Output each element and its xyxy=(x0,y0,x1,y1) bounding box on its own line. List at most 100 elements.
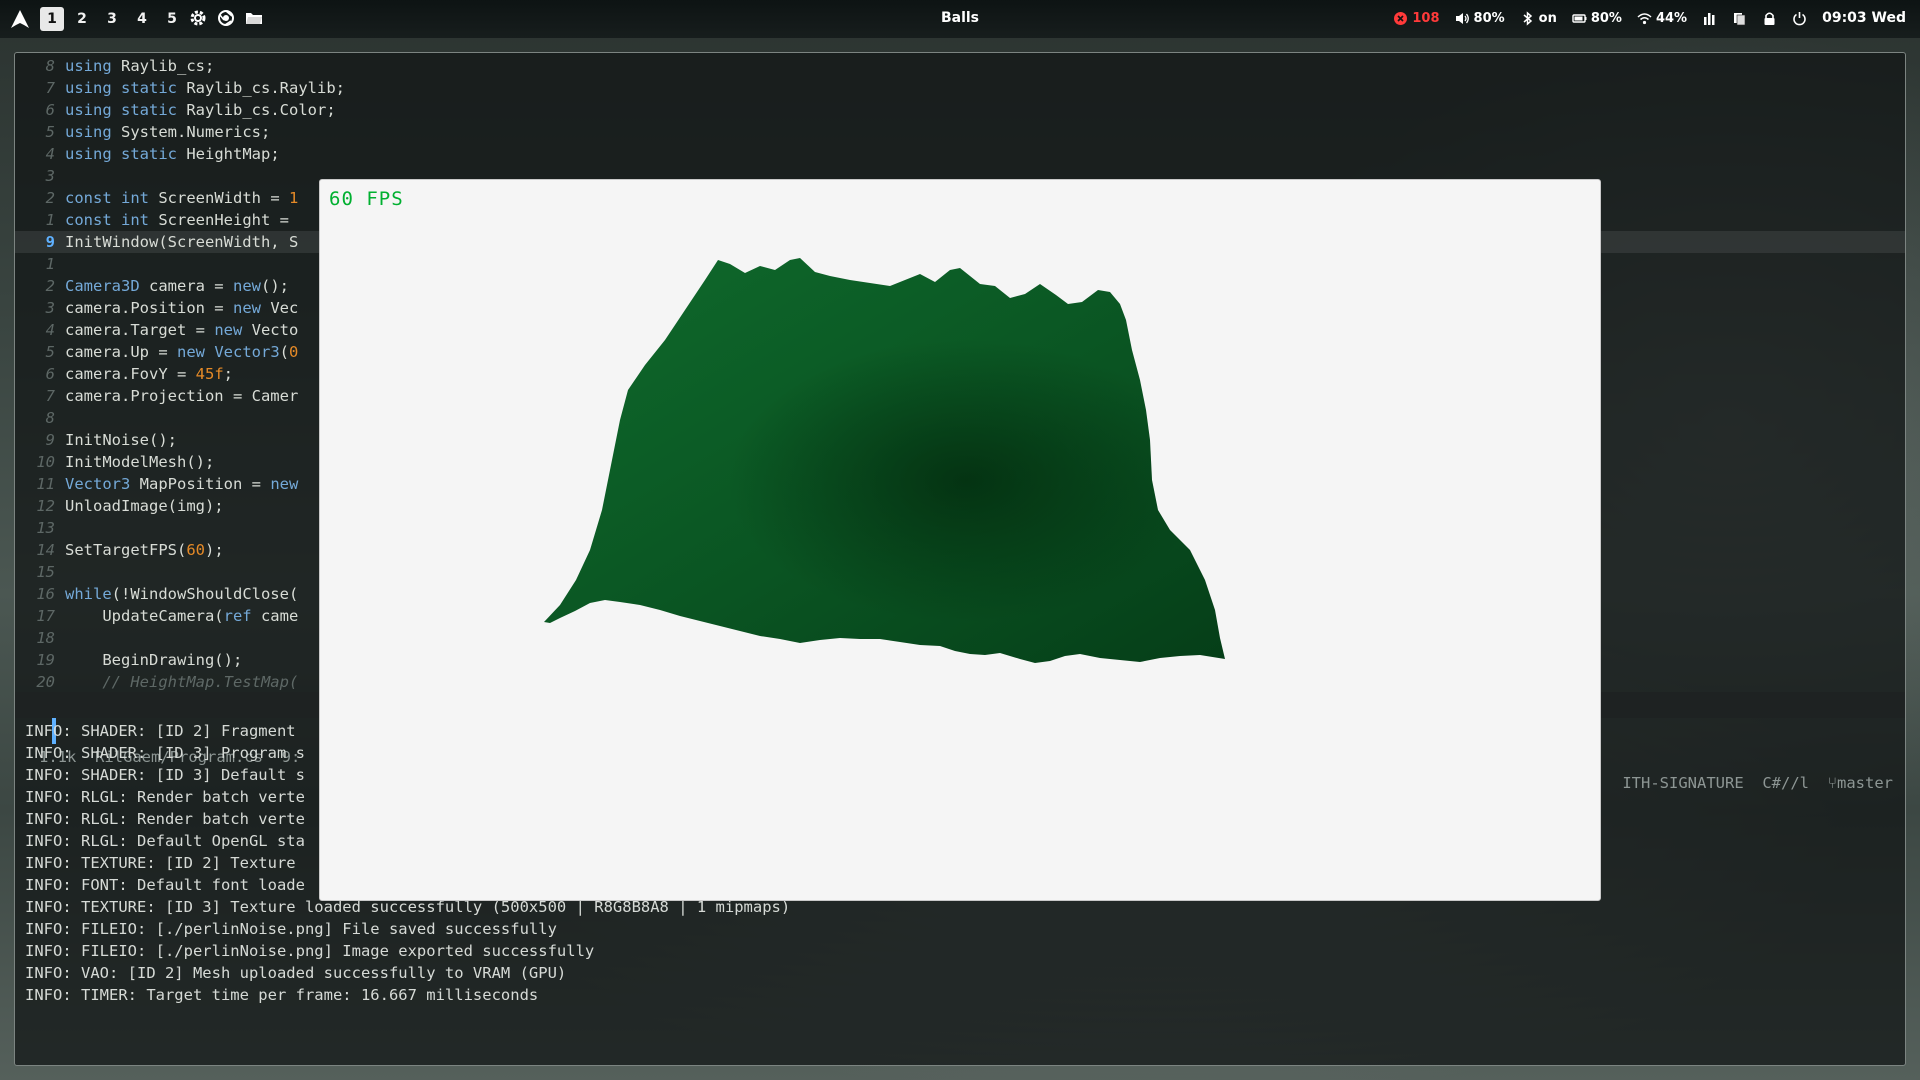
workspace-1[interactable]: 1 xyxy=(40,7,64,31)
line-text: InitWindow(ScreenWidth, S xyxy=(65,233,299,251)
line-text: using System.Numerics; xyxy=(65,123,271,141)
line-number: 14 xyxy=(36,541,55,559)
power-icon xyxy=(1793,11,1806,25)
line-number: 6 xyxy=(45,101,55,119)
workspace-3[interactable]: 3 xyxy=(100,7,124,31)
line-text: using static Raylib_cs.Raylib; xyxy=(65,79,345,97)
cpu-indicator[interactable] xyxy=(1702,11,1717,26)
lock-icon xyxy=(1764,11,1775,25)
line-text: InitModelMesh(); xyxy=(65,453,215,471)
clipboard-indicator[interactable] xyxy=(1732,11,1747,26)
line-text: // HeightMap.TestMap( xyxy=(65,673,299,691)
launcher-icons xyxy=(189,9,263,27)
line-number: 9 xyxy=(45,233,55,251)
line-number: 7 xyxy=(45,387,55,405)
battery-icon xyxy=(1572,13,1587,23)
line-text: const int ScreenWidth = 1 xyxy=(65,189,299,207)
line-number: 15 xyxy=(36,563,55,581)
line-text: SetTargetFPS(60); xyxy=(65,541,224,559)
volume-icon xyxy=(1455,12,1469,24)
fps-counter: 60 FPS xyxy=(329,188,404,210)
line-number: 7 xyxy=(45,79,55,97)
alerts-count: 108 xyxy=(1412,10,1440,26)
line-text: InitNoise(); xyxy=(65,431,177,449)
volume-indicator[interactable]: 80% xyxy=(1455,11,1505,26)
line-text: using static Raylib_cs.Color; xyxy=(65,101,336,119)
line-text: using static HeightMap; xyxy=(65,145,280,163)
line-text: Vector3 MapPosition = new xyxy=(65,475,299,493)
line-number: 4 xyxy=(45,145,55,163)
line-number: 8 xyxy=(45,409,55,427)
workspace-4[interactable]: 4 xyxy=(130,7,154,31)
line-text: camera.Position = new Vec xyxy=(65,299,299,317)
battery-indicator[interactable]: 80% xyxy=(1572,11,1622,26)
line-number: 2 xyxy=(45,277,55,295)
folder-icon[interactable] xyxy=(245,9,263,27)
line-text: camera.Target = new Vecto xyxy=(65,321,299,339)
game-window[interactable]: 60 FPS xyxy=(319,179,1601,901)
power-button[interactable] xyxy=(1792,11,1807,26)
line-text: UpdateCamera(ref came xyxy=(65,607,299,625)
lock-button[interactable] xyxy=(1762,11,1777,26)
settings-icon[interactable] xyxy=(189,9,207,27)
line-text: using Raylib_cs; xyxy=(65,57,215,75)
line-text: UnloadImage(img); xyxy=(65,497,224,515)
code-line: 7 using static Raylib_cs.Raylib; xyxy=(15,77,1905,99)
battery-level: 80% xyxy=(1590,10,1622,26)
top-bar: 1 2 3 4 5 Balls 108 80% on 80% 44% 09:03… xyxy=(0,0,1920,38)
line-number: 20 xyxy=(36,673,55,691)
bar-chart-icon xyxy=(1704,12,1715,25)
clipboard-icon xyxy=(1734,12,1746,25)
line-number: 5 xyxy=(45,123,55,141)
bluetooth-icon xyxy=(1523,10,1532,26)
workspace-switcher: 1 2 3 4 5 xyxy=(40,7,184,31)
clock[interactable]: 09:03 Wed xyxy=(1822,10,1906,26)
git-branch: master xyxy=(1837,774,1893,792)
line-number: 6 xyxy=(45,365,55,383)
line-number: 11 xyxy=(36,475,55,493)
wifi-indicator[interactable]: 44% xyxy=(1637,11,1687,26)
terrain-mesh xyxy=(544,258,1225,663)
line-number: 17 xyxy=(36,607,55,625)
line-number: 16 xyxy=(36,585,55,603)
line-text: camera.Up = new Vector3(0 xyxy=(65,343,299,361)
branch-icon: ⑂ xyxy=(1827,774,1837,792)
line-text: BeginDrawing(); xyxy=(65,651,243,669)
wifi-icon xyxy=(1637,12,1652,24)
line-text: camera.Projection = Camer xyxy=(65,387,299,405)
line-number: 10 xyxy=(36,453,55,471)
line-number: 2 xyxy=(45,189,55,207)
workspace-2[interactable]: 2 xyxy=(70,7,94,31)
line-number: 13 xyxy=(36,519,55,537)
line-text: camera.FovY = 45f; xyxy=(65,365,233,383)
code-line: 8 using Raylib_cs; xyxy=(15,55,1905,77)
statusline-right: ITH-SIGNATURE C#//l ⑂master xyxy=(1622,770,1893,796)
line-number: 12 xyxy=(36,497,55,515)
bluetooth-state: on xyxy=(1538,10,1557,26)
code-line: 4 using static HeightMap; xyxy=(15,143,1905,165)
arch-logo-icon[interactable] xyxy=(10,9,30,29)
log-line: INFO: VAO: [ID 2] Mesh uploaded successf… xyxy=(25,964,567,982)
line-number: 1 xyxy=(45,211,55,229)
line-number: 3 xyxy=(45,167,55,185)
file-type: C#//l xyxy=(1762,774,1810,792)
code-line: 5 using System.Numerics; xyxy=(15,121,1905,143)
window-title: Balls xyxy=(940,10,980,26)
line-text: while(!WindowShouldClose( xyxy=(65,585,299,603)
line-number: 5 xyxy=(45,343,55,361)
browser-icon[interactable] xyxy=(217,9,235,27)
wifi-strength: 44% xyxy=(1655,10,1688,26)
alert-icon xyxy=(1394,11,1408,25)
bluetooth-indicator[interactable]: on xyxy=(1520,11,1557,26)
alerts-indicator[interactable]: 108 xyxy=(1393,10,1440,26)
log-line: INFO: FILEIO: [./perlinNoise.png] File s… xyxy=(25,920,557,938)
workspace-5[interactable]: 5 xyxy=(160,7,184,31)
code-line: 6 using static Raylib_cs.Color; xyxy=(15,99,1905,121)
file-encoding: ITH-SIGNATURE xyxy=(1622,774,1744,792)
volume-level: 80% xyxy=(1473,10,1505,26)
line-number: 9 xyxy=(45,431,55,449)
line-number: 19 xyxy=(36,651,55,669)
line-number: 4 xyxy=(45,321,55,339)
line-number: 1 xyxy=(45,255,55,273)
line-number: 3 xyxy=(45,299,55,317)
